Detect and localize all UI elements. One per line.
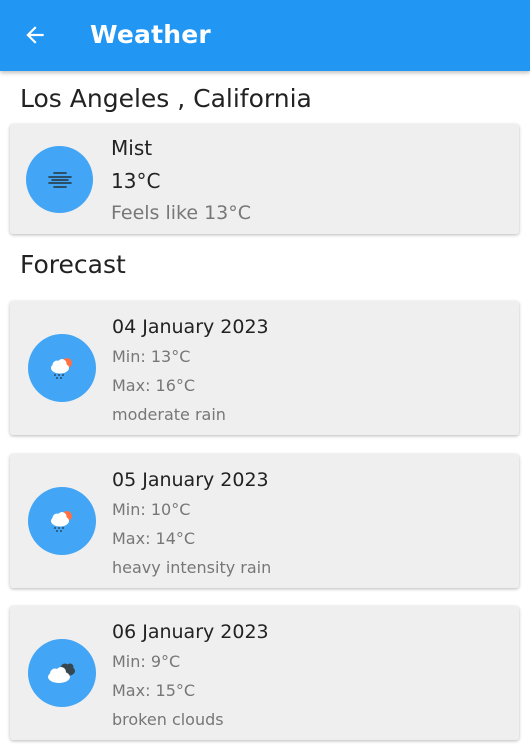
mist-icon [47,171,72,188]
forecast-icon-badge [28,334,96,402]
app-title: Weather [90,20,211,49]
forecast-heading: Forecast [20,250,126,279]
forecast-date: 05 January 2023 [112,469,269,491]
current-weather-card: Mist 13°C Feels like 13°C [10,124,519,234]
location-title: Los Angeles , California [20,84,312,113]
forecast-min: Min: 13°C [112,347,191,366]
forecast-date: 06 January 2023 [112,621,269,643]
back-button[interactable] [18,18,52,52]
rain-sun-cloud-icon [51,358,72,379]
forecast-max: Max: 14°C [112,529,196,548]
forecast-description: moderate rain [112,405,226,424]
forecast-description: broken clouds [112,710,224,729]
forecast-min: Min: 10°C [112,500,191,519]
forecast-icon-badge [28,639,96,707]
forecast-card[interactable]: 04 January 2023 Min: 13°C Max: 16°C mode… [10,301,519,435]
app-bar: Weather [0,0,530,71]
forecast-date: 04 January 2023 [112,316,269,338]
forecast-max: Max: 15°C [112,681,196,700]
forecast-max: Max: 16°C [112,376,196,395]
current-temperature: 13°C [111,169,161,193]
feels-like-text: Feels like 13°C [111,202,252,224]
current-condition: Mist [111,136,153,160]
current-weather-icon-badge [26,146,93,213]
rain-sun-cloud-icon [51,511,72,532]
forecast-icon-badge [28,487,96,555]
forecast-min: Min: 9°C [112,652,181,671]
arrow-left-icon [26,26,44,44]
broken-clouds-icon [48,663,75,683]
forecast-description: heavy intensity rain [112,558,272,577]
forecast-card[interactable]: 05 January 2023 Min: 10°C Max: 14°C heav… [10,454,519,588]
forecast-card[interactable]: 06 January 2023 Min: 9°C Max: 15°C broke… [10,606,519,740]
